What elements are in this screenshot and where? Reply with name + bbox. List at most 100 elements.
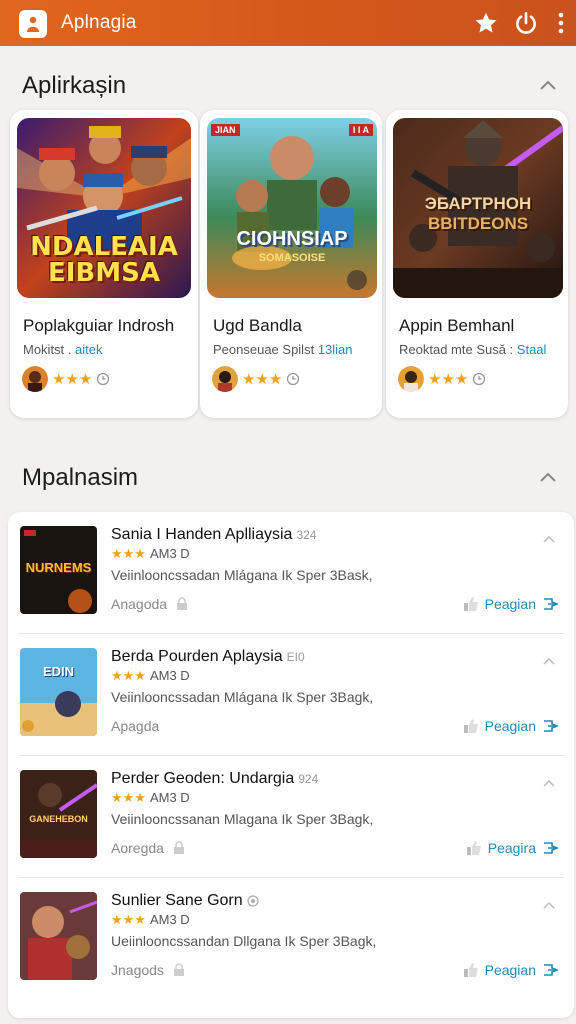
more-vert-icon: [558, 12, 564, 34]
clock-icon: [97, 372, 110, 386]
app-action-button[interactable]: Peagian: [463, 596, 558, 612]
app-status: Jnagods: [111, 962, 186, 978]
app-rating: ★★★ AM3 D: [111, 912, 190, 928]
app-thumbnail: EDIN: [20, 648, 97, 736]
rating-stars: ★★★: [242, 371, 283, 388]
thumbs-up-icon: [466, 841, 481, 855]
game-art-image: NDALEAIA EIBMSA: [17, 118, 191, 298]
app-description: Veiinlooncssadan Mlágana Ik Sper 3Bask,: [111, 567, 373, 583]
app-list: NURNEMS Sania I Handen Aplliaysia 324 ★★★…: [8, 512, 574, 1018]
card-developer: Peonseuae Spilst: [213, 342, 315, 357]
top-app-bar: Aplnagia: [0, 0, 576, 46]
list-item[interactable]: EDIN Berda Pourden Aplaysia EI0 ★★★ AM3 D …: [8, 634, 574, 756]
card-developer: Mokitst .: [23, 342, 72, 357]
chevron-up-icon[interactable]: [542, 534, 556, 544]
app-rating: ★★★ AM3 D: [111, 546, 190, 562]
verified-icon: [247, 895, 259, 907]
app-action-button[interactable]: Peagian: [463, 962, 558, 978]
art-badge-left: JIAN: [211, 124, 240, 136]
game-art-image: ЭБАРТРНОН BBITDEONS: [393, 118, 563, 298]
thumbnail-title: GANEHEBON: [29, 814, 88, 824]
featured-card[interactable]: NDALEAIA EIBMSA Poplakguiar Indrosh Moki…: [10, 110, 198, 418]
clock-icon: [473, 372, 486, 386]
app-description: Veiinlooncssanan Mlagana Ik Sper 3Bagk,: [111, 811, 374, 827]
share-icon: [544, 964, 558, 976]
status-text: Aoregda: [111, 840, 164, 856]
rating-value: AM3 D: [149, 790, 190, 805]
app-tag: 324: [296, 528, 317, 542]
avatar: [398, 366, 424, 392]
app-tag: EI0: [286, 650, 305, 664]
featured-card[interactable]: JIAN I I A CIOHNSIAP SOMASOISE Ugd Bandl…: [200, 110, 382, 418]
rating-value: AM3 D: [149, 668, 190, 683]
action-label: Peagian: [484, 962, 536, 978]
share-icon: [544, 598, 558, 610]
collapse-chevron-icon[interactable]: [538, 470, 558, 484]
app-description: Ueiinlooncssandan Dllgana Ik Sper 3Bagk,: [111, 933, 377, 949]
share-icon: [544, 842, 558, 854]
thumbs-up-icon: [463, 963, 478, 977]
avatar: [212, 366, 238, 392]
card-title: Appin Bemhanl: [399, 316, 515, 335]
card-meta: ★★★: [22, 366, 110, 392]
app-thumbnail: NURNEMS: [20, 526, 97, 614]
overflow-menu-button[interactable]: [546, 3, 576, 43]
list-item[interactable]: NURNEMS Sania I Handen Aplliaysia 324 ★★★…: [8, 512, 574, 634]
list-item[interactable]: Sunlier Sane Gorn ★★★ AM3 D Ueiinlooncssa…: [8, 878, 574, 1000]
game-art-title: NDALEAIA EIBMSA: [30, 232, 178, 288]
app-action-button[interactable]: Peagian: [463, 718, 558, 734]
list-item[interactable]: GANEHEBON Perder Geoden: Undargia 924 ★★★…: [8, 756, 574, 878]
chevron-up-icon[interactable]: [542, 656, 556, 666]
card-developer-link[interactable]: Staal: [517, 342, 547, 357]
lock-icon: [173, 963, 184, 976]
star-icon: [475, 12, 497, 33]
featured-card[interactable]: ЭБАРТРНОН BBITDEONS Appin Bemhanl Reokta…: [386, 110, 568, 418]
avatar: [22, 366, 48, 392]
app-title-text: Berda Pourden Aplaysia: [111, 648, 283, 665]
card-meta: ★★★: [212, 366, 300, 392]
card-subtitle: Mokitst . aitek: [23, 342, 103, 357]
app-title-text: Perder Geoden: Undargia: [111, 770, 295, 787]
chevron-up-icon[interactable]: [542, 900, 556, 910]
app-logo-icon[interactable]: [19, 10, 47, 38]
status-text: Apagda: [111, 718, 160, 734]
app-title: Sunlier Sane Gorn: [111, 892, 259, 910]
power-icon: [516, 11, 536, 34]
app-action-button[interactable]: Peagira: [466, 840, 558, 856]
card-subtitle: Reoktad mte Susă : Staal: [399, 342, 546, 357]
power-button[interactable]: [506, 3, 546, 43]
app-rating: ★★★ AM3 D: [111, 668, 190, 684]
status-text: Jnagods: [111, 962, 164, 978]
card-developer-link[interactable]: 13lian: [318, 342, 353, 357]
app-status: Apagda: [111, 718, 159, 734]
thumbnail-title: NURNEMS: [25, 560, 92, 575]
app-title: Berda Pourden Aplaysia EI0: [111, 648, 305, 666]
card-title: Ugd Bandla: [213, 316, 302, 335]
lock-icon: [177, 597, 188, 610]
app-title-text: Sunlier Sane Gorn: [111, 892, 243, 909]
app-status: Aoregda: [111, 840, 186, 856]
app-thumbnail: GANEHEBON: [20, 770, 97, 858]
app-thumbnail: [20, 892, 97, 980]
clock-icon: [287, 372, 300, 386]
app-title: Aplnagia: [61, 12, 137, 33]
card-subtitle: Peonseuae Spilst 13lian: [213, 342, 353, 357]
status-text: Anagoda: [111, 596, 168, 612]
collapse-chevron-icon[interactable]: [538, 78, 558, 92]
chevron-up-icon[interactable]: [542, 778, 556, 788]
app-description: Veiinlooncssadan Mlágana Ik Sper 3Bagk,: [111, 689, 374, 705]
card-developer-link[interactable]: aitek: [75, 342, 102, 357]
action-label: Peagian: [484, 596, 536, 612]
game-art-subtitle: BBITDEONS: [427, 214, 529, 233]
action-label: Peagian: [484, 718, 536, 734]
card-meta: ★★★: [398, 366, 486, 392]
share-icon: [544, 720, 558, 732]
favorite-star-button[interactable]: [466, 3, 506, 43]
app-title-text: Sania I Handen Aplliaysia: [111, 526, 293, 543]
thumbs-up-icon: [463, 597, 478, 611]
game-art-title: CIOHNSIAP: [236, 228, 348, 250]
art-badge-right: I I A: [348, 124, 373, 136]
card-title: Poplakguiar Indrosh: [23, 316, 175, 335]
card-developer: Reoktad mte Susă :: [399, 342, 514, 357]
game-art-image: JIAN I I A CIOHNSIAP SOMASOISE: [207, 118, 377, 298]
